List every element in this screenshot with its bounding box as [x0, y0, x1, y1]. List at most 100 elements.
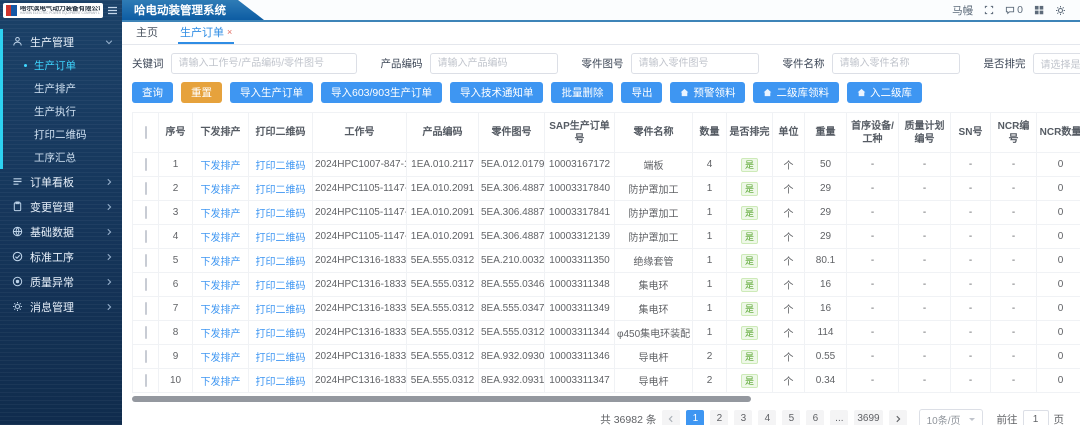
sidebar-subitem[interactable]: 生产订单	[0, 54, 122, 77]
二级库领料-button[interactable]: 二级库领料	[753, 82, 839, 103]
dispatch-link[interactable]: 下发排产	[201, 185, 241, 196]
row-checkbox[interactable]	[145, 254, 147, 267]
filter-input[interactable]	[832, 53, 960, 74]
row-checkbox[interactable]	[145, 350, 147, 363]
row-checkbox[interactable]	[145, 158, 147, 171]
column-header	[133, 113, 159, 153]
prev-page-button[interactable]	[662, 410, 680, 425]
dispatch-link[interactable]: 下发排产	[201, 257, 241, 268]
more-pages-button[interactable]: ...	[830, 410, 848, 425]
sidebar-item[interactable]: 消息管理	[0, 294, 122, 319]
change-management-icon	[12, 201, 23, 212]
print-link[interactable]: 打印二维码	[256, 209, 306, 220]
page-size-select[interactable]: 10条/页	[919, 409, 983, 425]
sidebar-item[interactable]: 标准工序	[0, 244, 122, 269]
重置-button[interactable]: 重置	[181, 82, 222, 103]
sidebar-item[interactable]: 生产管理	[0, 29, 122, 54]
查询-button[interactable]: 查询	[132, 82, 173, 103]
filter-group: 是否排完请选择是否排完	[984, 53, 1080, 74]
messages-icon[interactable]: 0	[1005, 4, 1023, 16]
horizontal-scrollbar-thumb[interactable]	[132, 396, 751, 402]
sidebar-subitem[interactable]: 生产执行	[0, 100, 122, 123]
dispatch-link[interactable]: 下发排产	[201, 233, 241, 244]
fullscreen-icon[interactable]	[984, 5, 994, 15]
dispatch-link[interactable]: 下发排产	[201, 209, 241, 220]
sidebar-subitem[interactable]: 工序汇总	[0, 146, 122, 169]
sidebar-item[interactable]: 变更管理	[0, 194, 122, 219]
row-checkbox[interactable]	[145, 302, 147, 315]
username[interactable]: 马幔	[952, 3, 973, 18]
sidebar-item[interactable]: 基础数据	[0, 219, 122, 244]
row-checkbox[interactable]	[145, 182, 147, 195]
table-row: 2下发排产打印二维码2024HPC1105-1147-21EA.010.2091…	[133, 177, 1080, 201]
row-checkbox[interactable]	[145, 326, 147, 339]
filter-input[interactable]	[631, 53, 759, 74]
column-header: SAP生产订单号	[545, 113, 615, 153]
tab-item[interactable]: 生产订单×	[178, 24, 234, 44]
filter-group: 产品编码	[381, 53, 558, 74]
house-icon	[763, 88, 772, 97]
scheduled-badge: 是	[741, 206, 758, 220]
dispatch-link[interactable]: 下发排产	[201, 377, 241, 388]
print-link[interactable]: 打印二维码	[256, 377, 306, 388]
print-link[interactable]: 打印二维码	[256, 353, 306, 364]
next-page-button[interactable]	[889, 410, 907, 425]
page-button[interactable]: 3699	[854, 410, 882, 425]
sidebar: 哈尔滨电气动力装备有限公司 HARBIN ELECTRIC POWER EQUI…	[0, 0, 122, 425]
page-button[interactable]: 3	[734, 410, 752, 425]
filter-input[interactable]	[430, 53, 558, 74]
print-link[interactable]: 打印二维码	[256, 305, 306, 316]
入二级库-button[interactable]: 入二级库	[847, 82, 922, 103]
print-link[interactable]: 打印二维码	[256, 329, 306, 340]
select-all-checkbox[interactable]	[145, 126, 147, 139]
dispatch-link[interactable]: 下发排产	[201, 161, 241, 172]
apps-grid-icon[interactable]	[1034, 5, 1044, 15]
print-link[interactable]: 打印二维码	[256, 281, 306, 292]
cell-first_device: -	[847, 345, 899, 369]
page-button[interactable]: 5	[782, 410, 800, 425]
page-button[interactable]: 4	[758, 410, 776, 425]
批量删除-button[interactable]: 批量删除	[551, 82, 613, 103]
导出-button[interactable]: 导出	[621, 82, 662, 103]
sidebar-subitem[interactable]: 打印二维码	[0, 123, 122, 146]
tab-item[interactable]: 主页	[134, 24, 160, 44]
close-icon[interactable]: ×	[227, 28, 232, 37]
dispatch-link[interactable]: 下发排产	[201, 281, 241, 292]
row-checkbox[interactable]	[145, 278, 147, 291]
print-link[interactable]: 打印二维码	[256, 161, 306, 172]
page-button[interactable]: 2	[710, 410, 728, 425]
cell-sn: -	[951, 273, 991, 297]
sidebar-item[interactable]: 质量异常	[0, 269, 122, 294]
settings-gear-icon[interactable]	[1055, 5, 1066, 16]
dispatch-link[interactable]: 下发排产	[201, 329, 241, 340]
导入603/903生产订单-button[interactable]: 导入603/903生产订单	[321, 82, 442, 103]
dispatch-link[interactable]: 下发排产	[201, 353, 241, 364]
print-link[interactable]: 打印二维码	[256, 233, 306, 244]
scheduled-badge: 是	[741, 278, 758, 292]
sidebar-item[interactable]: 订单看板	[0, 169, 122, 194]
sidebar-subitem[interactable]: 生产排产	[0, 77, 122, 100]
cell-qty: 1	[693, 201, 727, 225]
filter-input[interactable]	[171, 53, 357, 74]
collapse-sidebar-icon[interactable]	[107, 5, 118, 16]
column-header: NCR编号	[991, 113, 1037, 153]
预警领料-button[interactable]: 预警领料	[670, 82, 745, 103]
cell-sap_no: 10003311350	[545, 249, 615, 273]
filter-select[interactable]: 请选择是否排完	[1033, 53, 1080, 74]
print-link[interactable]: 打印二维码	[256, 257, 306, 268]
page-button[interactable]: 6	[806, 410, 824, 425]
导入技术通知单-button[interactable]: 导入技术通知单	[450, 82, 544, 103]
cell-scheduled: 是	[727, 225, 773, 249]
goto-suffix: 页	[1054, 412, 1065, 425]
cell-ncr_qty: 0	[1037, 153, 1080, 177]
page-button[interactable]: 1	[686, 410, 704, 425]
dispatch-link[interactable]: 下发排产	[201, 305, 241, 316]
print-link[interactable]: 打印二维码	[256, 185, 306, 196]
导入生产订单-button[interactable]: 导入生产订单	[230, 82, 313, 103]
row-checkbox[interactable]	[145, 206, 147, 219]
row-checkbox[interactable]	[145, 230, 147, 243]
row-checkbox[interactable]	[145, 374, 147, 387]
cell-sn: -	[951, 297, 991, 321]
goto-page-input[interactable]	[1023, 410, 1049, 425]
filter-group: 关键词	[132, 53, 357, 74]
